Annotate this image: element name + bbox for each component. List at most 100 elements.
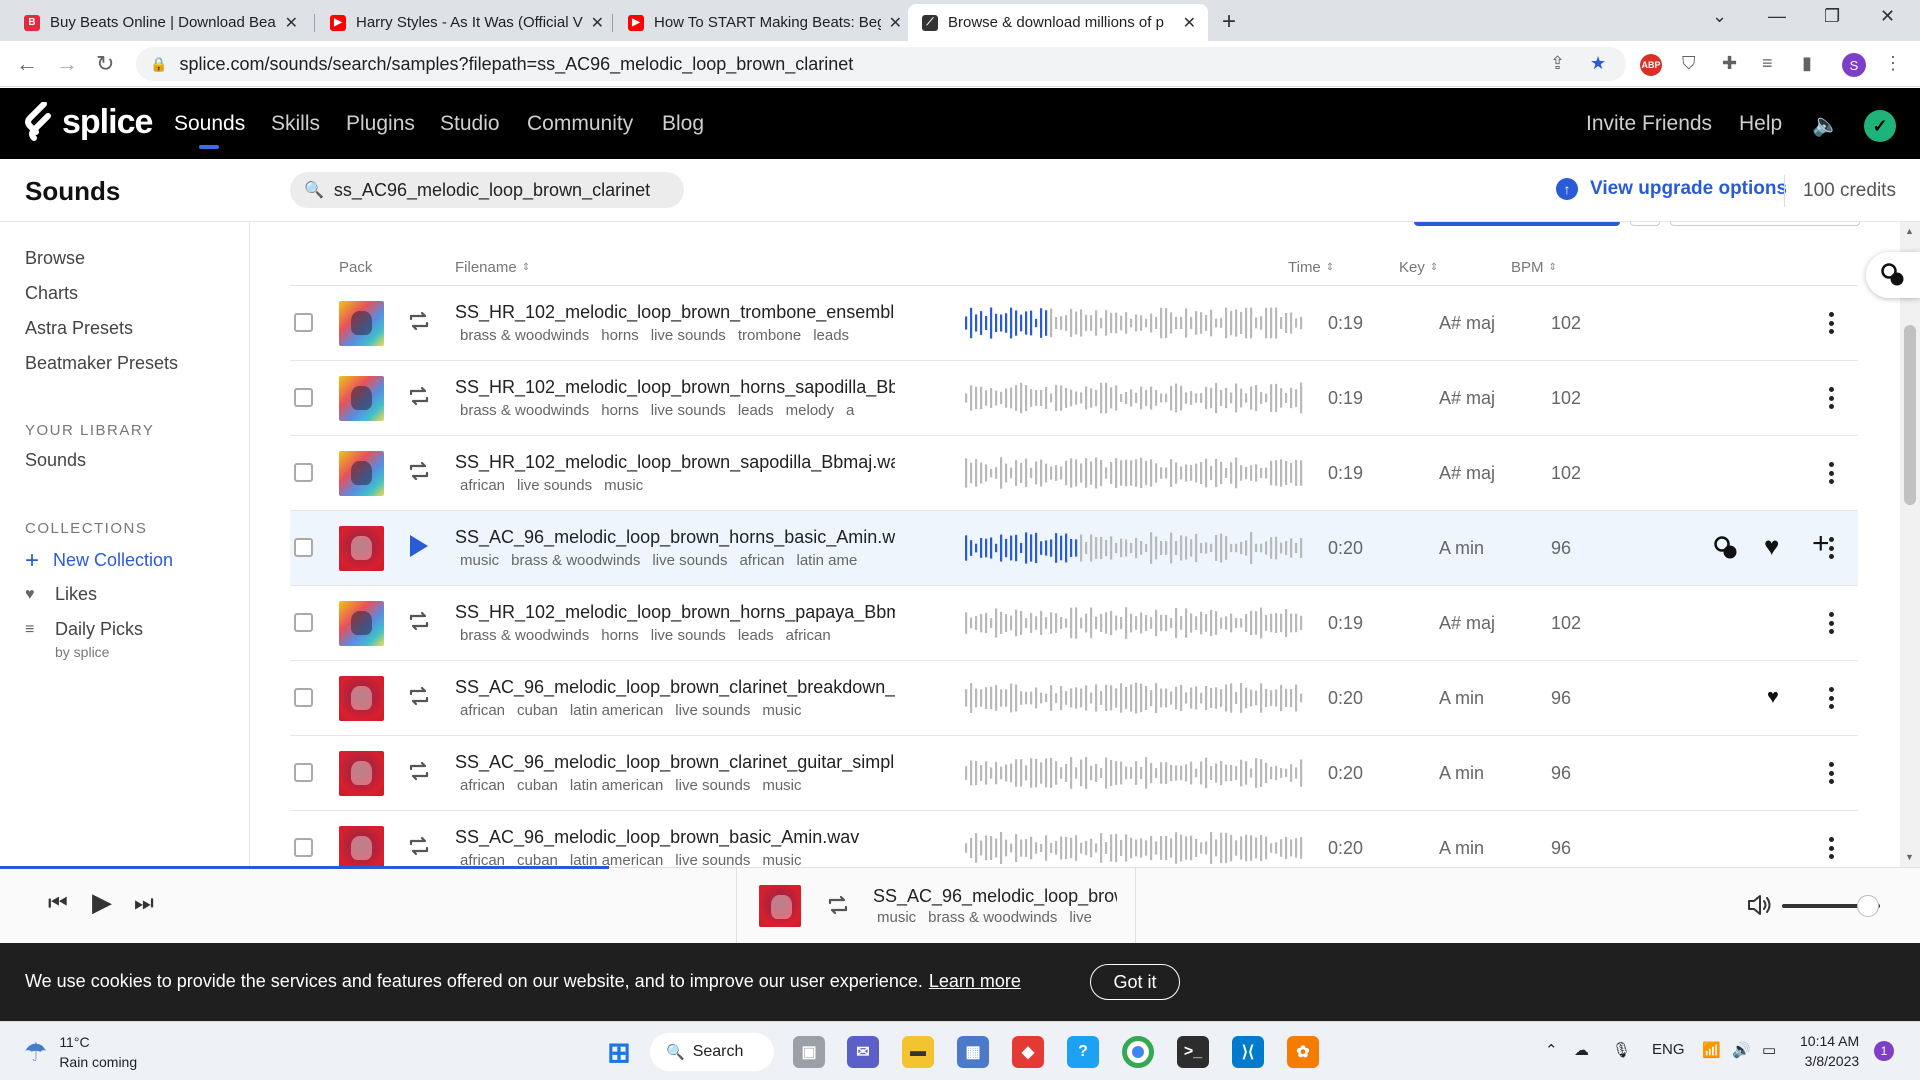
row-checkbox[interactable]: [294, 463, 313, 482]
tag[interactable]: live sounds: [675, 702, 750, 719]
tag[interactable]: latin ame: [796, 552, 857, 569]
tag[interactable]: music: [877, 909, 916, 926]
nav-studio[interactable]: Studio: [440, 112, 500, 136]
scroll-down-icon[interactable]: ▼: [1905, 852, 1914, 862]
tag[interactable]: african: [460, 477, 505, 494]
sample-row[interactable]: SS_AC_96_melodic_loop_brown_basic_Amin.w…: [290, 811, 1858, 867]
row-checkbox[interactable]: [294, 763, 313, 782]
tag[interactable]: a: [846, 402, 854, 419]
media-queue-icon[interactable]: ≡: [1762, 53, 1773, 74]
extension-shield-icon[interactable]: ⛉: [1682, 53, 1696, 74]
tag[interactable]: leads: [738, 627, 774, 644]
vscode-icon[interactable]: ⟩⟨: [1232, 1036, 1264, 1068]
view-upgrade-options-link[interactable]: ↑ View upgrade options: [1556, 178, 1787, 200]
sample-row[interactable]: SS_HR_102_melodic_loop_brown_horns_sapod…: [290, 361, 1858, 436]
loop-icon[interactable]: [406, 383, 432, 409]
row-checkbox[interactable]: [294, 538, 313, 557]
like-heart-icon[interactable]: ♥: [1764, 531, 1779, 562]
side-panel-icon[interactable]: ▮: [1802, 53, 1812, 74]
file-explorer-icon[interactable]: ▬: [902, 1036, 934, 1068]
sidebar-item-daily-picks[interactable]: ≡ Daily Picks: [25, 619, 143, 640]
tag[interactable]: live sounds: [652, 552, 727, 569]
pack-cover[interactable]: [339, 526, 384, 571]
play-icon[interactable]: [410, 535, 428, 557]
loop-icon[interactable]: [825, 892, 851, 918]
tag[interactable]: music: [762, 852, 801, 867]
sync-status-icon[interactable]: ✓: [1864, 110, 1896, 142]
similar-sounds-icon[interactable]: [1713, 535, 1739, 561]
tag[interactable]: latin american: [570, 852, 663, 867]
tag[interactable]: live sounds: [675, 852, 750, 867]
scrollbar[interactable]: ▲ ▼: [1900, 222, 1920, 867]
weather-widget[interactable]: ☂ 11°C Rain coming: [24, 1032, 137, 1072]
tag[interactable]: african: [460, 852, 505, 867]
bookmark-star-icon[interactable]: ★: [1590, 53, 1606, 74]
tag[interactable]: leads: [813, 327, 849, 344]
tag[interactable]: music: [460, 552, 499, 569]
more-options-icon[interactable]: [1827, 608, 1835, 638]
tag[interactable]: african: [460, 702, 505, 719]
wifi-icon[interactable]: 📶: [1702, 1041, 1721, 1059]
play-icon[interactable]: ▶: [92, 887, 112, 918]
got-it-button[interactable]: Got it: [1090, 964, 1180, 1000]
back-icon[interactable]: ←: [16, 51, 38, 77]
teams-chat-icon[interactable]: ✉: [847, 1036, 879, 1068]
pack-cover[interactable]: [339, 376, 384, 421]
tag[interactable]: melody: [786, 402, 834, 419]
language-indicator[interactable]: ENG: [1652, 1041, 1685, 1058]
browser-tab[interactable]: ▶ Harry Styles - As It Was (Official V ✕: [316, 4, 616, 41]
tray-app-icon[interactable]: ☁: [1574, 1041, 1589, 1059]
sidebar-item-browse[interactable]: Browse: [25, 248, 85, 269]
system-clock[interactable]: 10:14 AM 3/8/2023: [1800, 1031, 1859, 1071]
row-checkbox[interactable]: [294, 613, 313, 632]
tag[interactable]: cuban: [517, 777, 558, 794]
minimize-icon[interactable]: —: [1768, 6, 1786, 27]
close-tab-icon[interactable]: ✕: [285, 13, 298, 33]
sidebar-item-charts[interactable]: Charts: [25, 283, 78, 304]
nav-sounds[interactable]: Sounds: [174, 112, 245, 136]
more-options-icon[interactable]: [1827, 758, 1835, 788]
adblock-icon[interactable]: ABP: [1640, 54, 1662, 76]
tag[interactable]: brass & woodwinds: [460, 327, 589, 344]
loop-icon[interactable]: [406, 683, 432, 709]
sample-row[interactable]: SS_AC_96_melodic_loop_brown_clarinet_gui…: [290, 736, 1858, 811]
volume-icon[interactable]: [1746, 892, 1774, 918]
tag[interactable]: live sounds: [651, 327, 726, 344]
browser-tab[interactable]: B Buy Beats Online | Download Bea ✕: [10, 4, 310, 41]
speaker-icon[interactable]: 🔈: [1812, 112, 1839, 138]
tag[interactable]: african: [786, 627, 831, 644]
sample-filename[interactable]: SS_AC_96_melodic_loop_brown_basic_Amin.w…: [455, 827, 895, 848]
sample-row[interactable]: SS_HR_102_melodic_loop_brown_trombone_en…: [290, 286, 1858, 361]
now-playing-filename[interactable]: SS_AC_96_melodic_loop_brow: [873, 886, 1117, 907]
waveform[interactable]: [964, 606, 1304, 640]
previous-track-icon[interactable]: ⏮: [48, 890, 68, 916]
row-checkbox[interactable]: [294, 313, 313, 332]
tag[interactable]: latin american: [570, 702, 663, 719]
loop-icon[interactable]: [406, 308, 432, 334]
tab-search-chevron-icon[interactable]: ⌄: [1712, 6, 1727, 27]
sidebar-item-beatmaker-presets[interactable]: Beatmaker Presets: [25, 353, 178, 374]
sort-control-edge[interactable]: [1670, 222, 1860, 226]
battery-icon[interactable]: ▭: [1762, 1041, 1776, 1059]
taskbar-search[interactable]: 🔍 Search: [650, 1033, 774, 1071]
pack-cover[interactable]: [339, 601, 384, 646]
more-options-icon[interactable]: [1827, 308, 1835, 338]
next-track-icon[interactable]: ⏭: [134, 890, 154, 916]
nav-skills[interactable]: Skills: [271, 112, 320, 136]
tag[interactable]: african: [739, 552, 784, 569]
terminal-icon[interactable]: >_: [1177, 1036, 1209, 1068]
sidebar-item-likes[interactable]: ♥ Likes: [25, 584, 97, 605]
sample-row[interactable]: SS_HR_102_melodic_loop_brown_horns_papay…: [290, 586, 1858, 661]
search-input[interactable]: [333, 179, 674, 201]
sample-filename[interactable]: SS_HR_102_melodic_loop_brown_sapodilla_B…: [455, 452, 895, 473]
tag[interactable]: latin american: [570, 777, 663, 794]
tag[interactable]: african: [460, 777, 505, 794]
column-header-time[interactable]: Time ⇕: [1288, 259, 1334, 276]
sample-row[interactable]: SS_HR_102_melodic_loop_brown_sapodilla_B…: [290, 436, 1858, 511]
more-options-icon[interactable]: [1827, 533, 1835, 563]
sample-row[interactable]: SS_AC_96_melodic_loop_brown_clarinet_bre…: [290, 661, 1858, 736]
sample-filename[interactable]: SS_AC_96_melodic_loop_brown_horns_basic_…: [455, 527, 895, 548]
sidebar-item-library-sounds[interactable]: Sounds: [25, 450, 86, 471]
scroll-up-icon[interactable]: ▲: [1905, 226, 1914, 236]
browser-tab-active[interactable]: ⟋ Browse & download millions of p ✕: [908, 4, 1208, 41]
